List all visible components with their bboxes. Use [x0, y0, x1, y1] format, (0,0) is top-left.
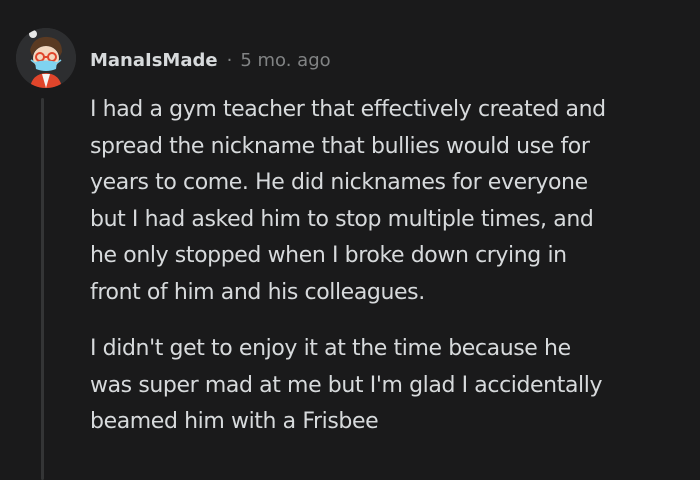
- thread-collapse-line[interactable]: [41, 98, 44, 480]
- avatar-icon: [16, 28, 76, 88]
- meta-separator: ·: [226, 49, 233, 71]
- comment: ManaIsMade · 5 mo. ago I had a gym teach…: [0, 0, 700, 480]
- comment-meta: ManaIsMade · 5 mo. ago: [90, 46, 331, 74]
- comment-paragraph-1: I had a gym teacher that effectively cre…: [90, 97, 606, 305]
- timestamp-link[interactable]: 5 mo. ago: [240, 50, 330, 71]
- username-link[interactable]: ManaIsMade: [90, 50, 218, 71]
- comment-paragraph-2: I didn't get to enjoy it at the time bec…: [90, 336, 603, 434]
- user-avatar[interactable]: [16, 28, 76, 88]
- comment-body: I had a gym teacher that effectively cre…: [90, 92, 690, 441]
